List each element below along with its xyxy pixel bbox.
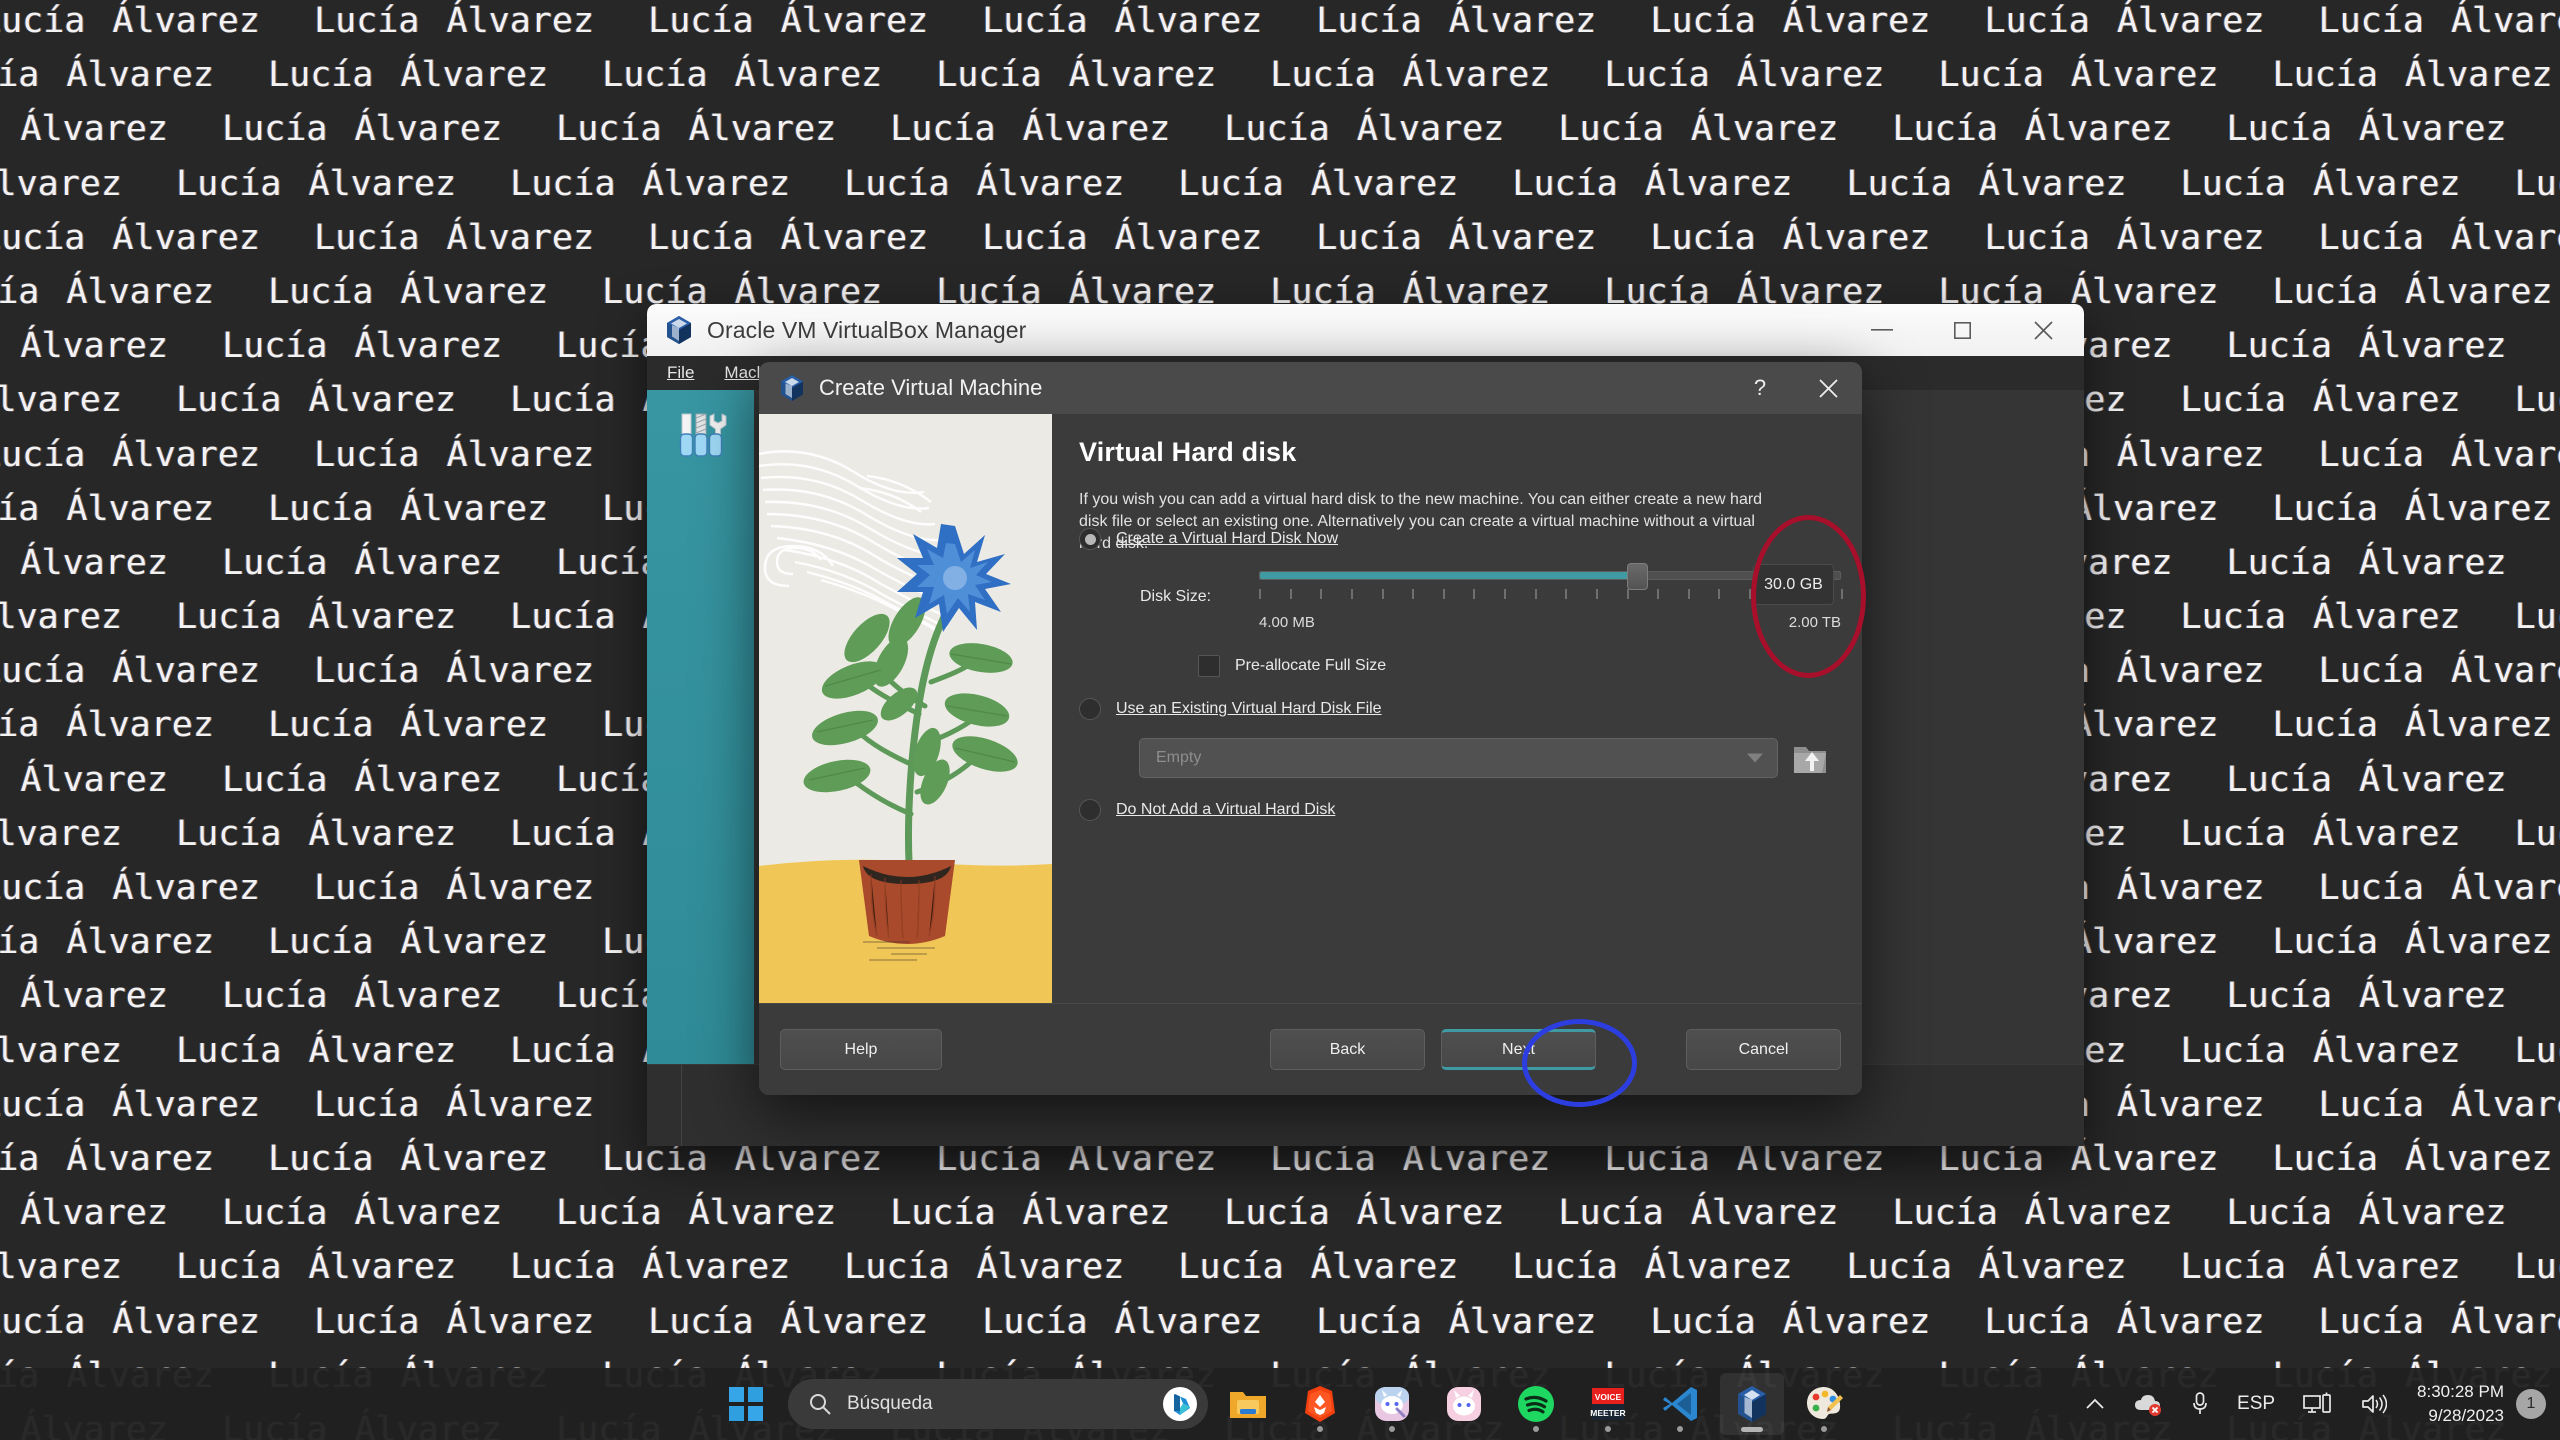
existing-disk-combobox[interactable]: Empty (1139, 738, 1778, 778)
taskbar-running-indicator (1677, 1426, 1683, 1432)
search-placeholder-text: Búsqueda (847, 1393, 933, 1414)
slider-handle[interactable] (1627, 563, 1648, 590)
menu-item-file[interactable]: File (667, 363, 694, 383)
next-button[interactable]: Next (1441, 1029, 1596, 1070)
statusbar-divider (681, 1065, 682, 1146)
clock[interactable]: 8:30:28 PM 9/28/2023 (2401, 1380, 2516, 1428)
paint-palette-icon (1807, 1387, 1843, 1419)
windows-taskbar: Búsqueda VOICE MEETER ESP 8:30:28 PM 9/2… (0, 1368, 2560, 1440)
radio-use-existing-virtual-hard-disk-file[interactable]: Use an Existing Virtual Hard Disk File (1079, 698, 1382, 720)
notification-badge[interactable]: 1 (2516, 1389, 2546, 1419)
dialog-window-controls: ? (1726, 362, 1862, 414)
svg-text:VOICE: VOICE (1595, 1392, 1622, 1402)
taskbar-app-spotify[interactable] (1504, 1373, 1568, 1435)
brave-lion-icon (1305, 1386, 1335, 1422)
slider-max-label: 2.00 TB (1788, 614, 1841, 631)
taskbar-app-file-explorer[interactable] (1216, 1373, 1280, 1435)
dialog-content: Virtual Hard disk If you wish you can ad… (759, 414, 1862, 1003)
folder-open-icon[interactable] (1792, 739, 1828, 777)
taskbar-app-voicemeeter[interactable]: VOICE MEETER (1576, 1373, 1640, 1435)
chevron-up-icon[interactable] (2071, 1368, 2119, 1440)
radio-create-virtual-hard-disk-now[interactable]: Create a Virtual Hard Disk Now (1079, 528, 1338, 550)
checkbox-indicator (1198, 655, 1220, 677)
close-icon[interactable] (1794, 362, 1862, 414)
taskbar-running-indicator (1389, 1426, 1395, 1432)
windows-start-icon[interactable] (718, 1376, 774, 1432)
taskbar-app-virtualbox[interactable] (1720, 1373, 1784, 1435)
dialog-titlebar[interactable]: Create Virtual Machine ? (759, 362, 1862, 414)
system-tray: ESP 8:30:28 PM 9/28/2023 1 (2071, 1368, 2560, 1440)
taskbar-running-indicator (1533, 1426, 1539, 1432)
dialog-title: Create Virtual Machine (819, 375, 1043, 400)
existing-disk-row: Empty (1139, 738, 1828, 778)
virtualbox-cube-icon (1738, 1386, 1766, 1422)
speaker-icon[interactable] (2347, 1368, 2401, 1440)
slider-min-label: 4.00 MB (1259, 614, 1315, 631)
virtualbox-titlebar[interactable]: Oracle VM VirtualBox Manager (647, 304, 2084, 356)
taskbar-app-discord-canary[interactable] (1360, 1373, 1424, 1435)
discord-canary-icon (1375, 1387, 1409, 1421)
taskbar-app-paint[interactable] (1792, 1373, 1856, 1435)
cancel-button[interactable]: Cancel (1686, 1029, 1841, 1070)
search-icon (809, 1393, 831, 1415)
taskbar-app-discord[interactable] (1432, 1373, 1496, 1435)
virtualbox-sidebar (647, 390, 754, 1064)
create-virtual-machine-dialog: Create Virtual Machine ? Virtual Hard di… (759, 362, 1862, 1095)
svg-text:MEETER: MEETER (1590, 1408, 1625, 1418)
page-title: Virtual Hard disk (1079, 437, 1297, 467)
radio-do-not-add-virtual-hard-disk[interactable]: Do Not Add a Virtual Hard Disk (1079, 799, 1335, 821)
clock-time: 8:30:28 PM (2417, 1382, 2504, 1401)
checkbox-label: Pre-allocate Full Size (1235, 657, 1387, 674)
close-icon[interactable] (2003, 304, 2084, 356)
taskbar-running-indicator (1821, 1426, 1827, 1432)
taskbar-app-visual-studio-code[interactable] (1648, 1373, 1712, 1435)
disk-size-input[interactable]: 30.0 GB (1753, 564, 1834, 605)
maximize-icon[interactable] (1922, 304, 2003, 356)
voicemeeter-icon: VOICE MEETER (1590, 1388, 1626, 1420)
virtualbox-cube-icon (665, 315, 693, 345)
radio-label: Create a Virtual Hard Disk Now (1116, 530, 1339, 547)
help-button[interactable]: Help (780, 1029, 942, 1070)
radio-indicator (1079, 698, 1101, 720)
cloud-error-icon[interactable] (2119, 1368, 2177, 1440)
checkbox-preallocate-full-size[interactable]: Pre-allocate Full Size (1198, 655, 1386, 677)
clock-date: 9/28/2023 (2428, 1406, 2504, 1425)
slider-range-labels: 4.00 MB 2.00 TB (1259, 614, 1841, 631)
radio-indicator (1079, 528, 1101, 550)
sidebar-item-tools[interactable] (647, 412, 754, 472)
back-button[interactable]: Back (1270, 1029, 1425, 1070)
existing-disk-value: Empty (1156, 749, 1202, 766)
language-indicator[interactable]: ESP (2223, 1368, 2289, 1440)
radio-label: Use an Existing Virtual Hard Disk File (1116, 700, 1382, 717)
taskbar-app-brave-browser[interactable] (1288, 1373, 1352, 1435)
microphone-icon[interactable] (2177, 1368, 2223, 1440)
dialog-illustration-plant (759, 414, 1052, 1003)
virtualbox-cube-icon (779, 374, 805, 402)
disk-size-label: Disk Size: (1140, 588, 1212, 605)
chevron-down-icon (1747, 753, 1763, 763)
taskbar-running-indicator (1605, 1426, 1611, 1432)
radio-label: Do Not Add a Virtual Hard Disk (1116, 801, 1336, 818)
spotify-icon (1518, 1386, 1554, 1422)
taskbar-running-indicator (1317, 1426, 1323, 1432)
tools-screwdriver-wrench-icon (679, 413, 726, 457)
dialog-main-pane: Virtual Hard disk If you wish you can ad… (1052, 414, 1862, 1003)
radio-indicator (1079, 799, 1101, 821)
network-monitor-icon[interactable] (2289, 1368, 2347, 1440)
search-input[interactable]: Búsqueda (788, 1379, 1208, 1429)
window-controls (1841, 304, 2084, 356)
help-question-icon[interactable]: ? (1726, 362, 1794, 414)
folder-icon (1230, 1392, 1266, 1418)
discord-icon (1447, 1387, 1481, 1421)
taskbar-active-indicator (1741, 1427, 1763, 1432)
virtualbox-window-title: Oracle VM VirtualBox Manager (707, 316, 1027, 343)
taskbar-apps: Búsqueda VOICE MEETER (718, 1373, 1856, 1435)
vscode-icon (1663, 1387, 1697, 1421)
dialog-footer: Help Back Next Cancel (759, 1003, 1862, 1095)
bing-chat-icon[interactable] (1162, 1386, 1198, 1422)
slider-fill (1260, 572, 1637, 579)
minimize-icon[interactable] (1841, 304, 1922, 356)
